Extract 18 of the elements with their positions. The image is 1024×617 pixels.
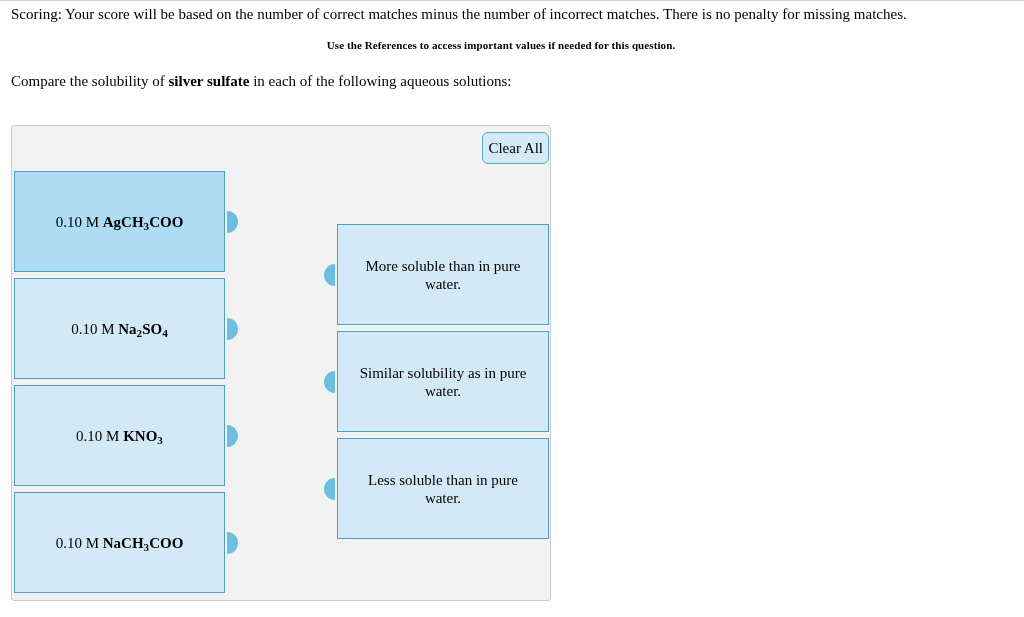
connector-handle-icon[interactable] (324, 370, 335, 393)
question-text: Compare the solubility of silver sulfate in each of the following aqueous solutions: (11, 72, 513, 90)
solubility-option[interactable]: Similar solubility as in pure water. (337, 331, 549, 432)
connector-handle-icon[interactable] (227, 317, 238, 340)
connector-handle-icon[interactable] (324, 263, 335, 286)
connector-handle-icon[interactable] (227, 424, 238, 447)
connector-handle-icon[interactable] (324, 477, 335, 500)
scoring-note: Scoring: Your score will be based on the number of correct matches minus the number of incorrect matches. There is no penalty for missing matches. (11, 5, 908, 23)
connector-handle-icon[interactable] (227, 531, 238, 554)
solubility-option[interactable]: More soluble than in pure water. (337, 224, 549, 325)
clear-all-button[interactable]: Clear All (482, 132, 549, 164)
connector-handle-icon[interactable] (227, 210, 238, 233)
solution-option[interactable]: 0.10 M NaCH$_{3}$COO (14, 492, 225, 593)
solution-option[interactable]: 0.10 M Na$_{2}$SO$_{4}$ (14, 278, 225, 379)
solubility-option[interactable]: Less soluble than in pure water. (337, 438, 549, 539)
solution-option[interactable]: 0.10 M KNO$_{3}$ (14, 385, 225, 486)
references-note: Use the References to access important values if needed for this question. (325, 38, 677, 52)
solution-option[interactable]: 0.10 M AgCH$_{3}$COO (14, 171, 225, 272)
